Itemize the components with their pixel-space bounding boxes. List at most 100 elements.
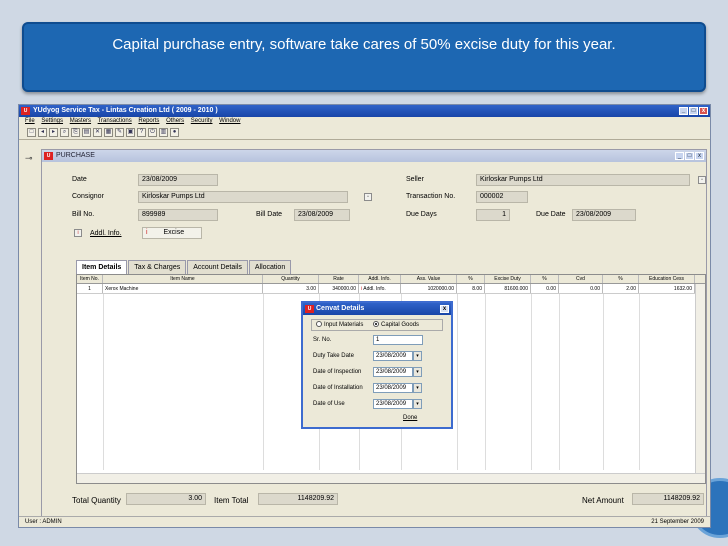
duty-take-date-field[interactable]: 23/08/2009: [373, 351, 413, 361]
bill-no-label: Bill No.: [72, 211, 95, 218]
purchase-title: PURCHASE: [56, 152, 95, 159]
menu-others[interactable]: Others: [166, 118, 184, 124]
print-icon[interactable]: ▦: [104, 128, 113, 137]
menu-bar: File Settings Masters Transactions Repor…: [19, 117, 710, 126]
goods-type-group: Input Materials Capital Goods: [311, 319, 443, 331]
tab-strip: Item Details Tax & Charges Account Detai…: [76, 260, 292, 275]
cell-pct-2[interactable]: 0.00: [531, 284, 559, 293]
total-qty-label: Total Quantity: [72, 496, 121, 505]
tab-account-details[interactable]: Account Details: [187, 260, 248, 274]
cell-pct-1[interactable]: 8.00: [457, 284, 485, 293]
due-date-field[interactable]: 23/08/2009: [572, 209, 636, 221]
vertical-scrollbar[interactable]: [695, 284, 705, 473]
purchase-close-button[interactable]: x: [695, 152, 704, 160]
cell-rate[interactable]: 340000.00: [319, 284, 359, 293]
total-qty-field: 3.00: [126, 493, 206, 505]
menu-settings[interactable]: Settings: [41, 118, 63, 124]
menu-window[interactable]: Window: [219, 118, 240, 124]
grid-line: [263, 294, 264, 470]
seller-field[interactable]: Kirloskar Pumps Ltd: [476, 174, 690, 186]
bill-date-field[interactable]: 23/08/2009: [294, 209, 350, 221]
prev-icon[interactable]: ◂: [38, 128, 47, 137]
tab-allocation[interactable]: Allocation: [248, 260, 292, 274]
item-total-label: Item Total: [214, 496, 249, 505]
close-button[interactable]: x: [699, 107, 708, 115]
maximize-button[interactable]: □: [689, 107, 698, 115]
delete-icon[interactable]: ✕: [93, 128, 102, 137]
chevron-down-icon[interactable]: ▾: [413, 399, 422, 409]
capital-goods-label: Capital Goods: [381, 322, 420, 328]
due-date-label: Due Date: [536, 211, 566, 218]
cell-cvd[interactable]: 0.00: [559, 284, 603, 293]
minimize-button[interactable]: _: [679, 107, 688, 115]
duty-take-date-label: Duty Take Date: [313, 353, 354, 359]
cell-addl-info-label: Addl. Info.: [363, 286, 386, 292]
addl-info-button[interactable]: Addl. Info.: [90, 230, 122, 237]
exit-icon[interactable]: ⏻: [148, 128, 157, 137]
date-label: Date: [72, 176, 87, 183]
find-icon[interactable]: ⌕: [60, 128, 69, 137]
consignor-field[interactable]: Kirloskar Pumps Ltd: [138, 191, 348, 203]
purchase-titlebar: U PURCHASE _ □ x: [42, 150, 706, 162]
cell-excise-duty[interactable]: 81600.000: [485, 284, 531, 293]
excise-button[interactable]: i Excise: [142, 227, 202, 239]
col-pct-1: %: [457, 275, 485, 283]
col-quantity: Quantity: [263, 275, 319, 283]
input-materials-radio[interactable]: [316, 321, 322, 328]
help-icon[interactable]: ?: [137, 128, 146, 137]
cell-item-name[interactable]: Xerox Machine: [103, 284, 263, 293]
menu-transactions[interactable]: Transactions: [98, 118, 132, 124]
dialog-close-button[interactable]: x: [440, 305, 449, 313]
edit-icon[interactable]: ✎: [115, 128, 124, 137]
col-ass-value: Ass. Value: [401, 275, 457, 283]
sr-no-label: Sr. No.: [313, 337, 332, 343]
chevron-down-icon[interactable]: ▾: [413, 383, 422, 393]
cell-ass-value[interactable]: 1020000.00: [401, 284, 457, 293]
bill-no-field[interactable]: 899989: [138, 209, 218, 221]
menu-file[interactable]: File: [25, 118, 35, 124]
cell-quantity[interactable]: 3.00: [263, 284, 319, 293]
purchase-maximize-button[interactable]: □: [685, 152, 694, 160]
consignor-lookup-icon[interactable]: ▫: [364, 193, 372, 201]
grid-line: [639, 294, 640, 470]
capital-goods-radio[interactable]: [373, 321, 380, 328]
toolbar: □ ◂ ▸ ⌕ ⎘ ▤ ✕ ▦ ✎ ▣ ? ⏻ ▥ ●: [19, 126, 710, 140]
consignor-label: Consignor: [72, 193, 104, 200]
purchase-logo-icon: U: [44, 152, 53, 160]
seller-lookup-icon[interactable]: ▫: [698, 176, 706, 184]
inspection-date-label: Date of Inspection: [313, 369, 362, 375]
calc-icon[interactable]: ▥: [159, 128, 168, 137]
chevron-down-icon[interactable]: ▾: [413, 351, 422, 361]
horizontal-scrollbar[interactable]: [77, 473, 705, 483]
next-icon[interactable]: ▸: [49, 128, 58, 137]
paste-icon[interactable]: ▤: [82, 128, 91, 137]
table-row[interactable]: 1 Xerox Machine 3.00 340000.00 i Addl. I…: [77, 284, 705, 294]
item-total-field: 1148209.92: [258, 493, 338, 505]
cell-education-cess[interactable]: 1632.00: [639, 284, 695, 293]
pin-icon[interactable]: ⊸: [25, 153, 33, 164]
save-icon[interactable]: ▣: [126, 128, 135, 137]
date-field[interactable]: 23/08/2009: [138, 174, 218, 186]
lock-icon[interactable]: ●: [170, 128, 179, 137]
use-date-field[interactable]: 23/08/2009: [373, 399, 413, 409]
new-icon[interactable]: □: [27, 128, 36, 137]
copy-icon[interactable]: ⎘: [71, 128, 80, 137]
menu-masters[interactable]: Masters: [70, 118, 91, 124]
tab-item-details[interactable]: Item Details: [76, 260, 128, 275]
installation-date-field[interactable]: 23/08/2009: [373, 383, 413, 393]
input-materials-label: Input Materials: [324, 322, 364, 328]
due-days-field[interactable]: 1: [476, 209, 510, 221]
chevron-down-icon[interactable]: ▾: [413, 367, 422, 377]
transaction-field[interactable]: 000002: [476, 191, 528, 203]
purchase-minimize-button[interactable]: _: [675, 152, 684, 160]
menu-security[interactable]: Security: [191, 118, 213, 124]
grid-line: [559, 294, 560, 470]
done-button[interactable]: Done: [403, 415, 417, 421]
sr-no-field[interactable]: 1: [373, 335, 423, 345]
tab-tax-charges[interactable]: Tax & Charges: [128, 260, 187, 274]
inspection-date-field[interactable]: 23/08/2009: [373, 367, 413, 377]
cell-addl-info[interactable]: i Addl. Info.: [359, 284, 401, 293]
col-item-name: Item Name: [103, 275, 263, 283]
cell-pct-3[interactable]: 2.00: [603, 284, 639, 293]
menu-reports[interactable]: Reports: [138, 118, 159, 124]
